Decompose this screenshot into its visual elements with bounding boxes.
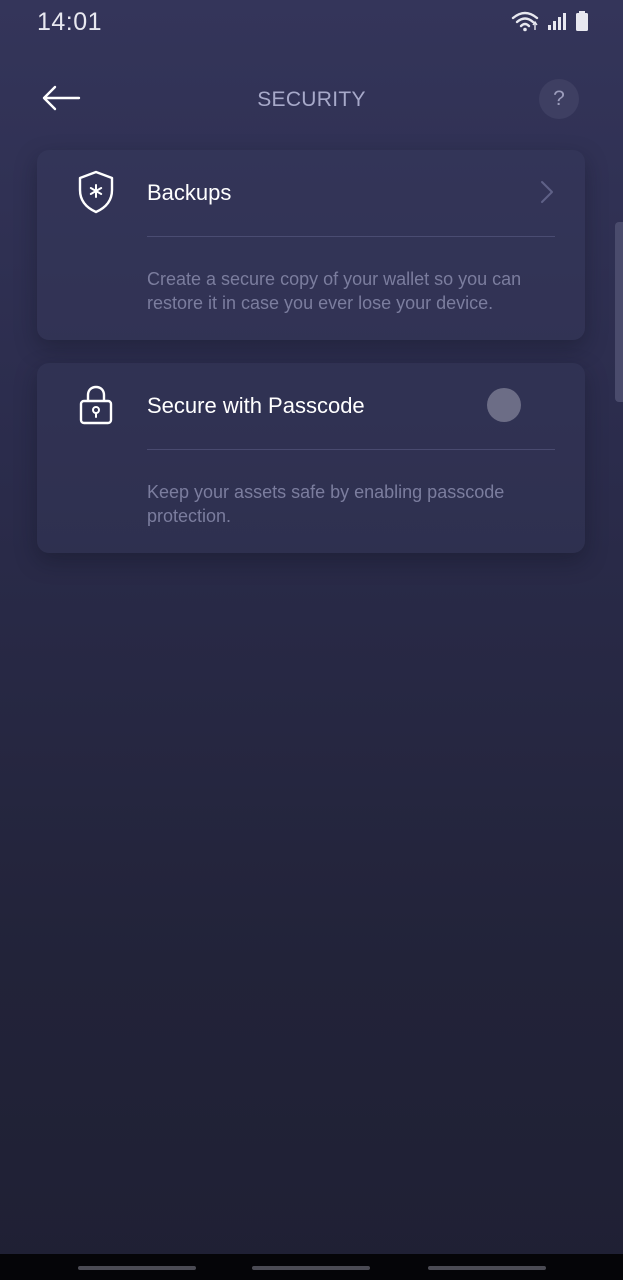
scrollbar[interactable] <box>615 222 623 402</box>
wifi-icon <box>511 10 539 37</box>
nav-home-button[interactable] <box>252 1266 370 1270</box>
backups-title: Backups <box>147 180 232 205</box>
divider <box>147 449 555 450</box>
passcode-row: Secure with Passcode <box>37 363 585 449</box>
shield-icon <box>75 170 117 214</box>
header: SECURITY ? <box>0 72 623 128</box>
status-bar: 14:01 <box>0 0 623 44</box>
backups-row[interactable]: Backups <box>37 150 585 236</box>
passcode-description: Keep your assets safe by enabling passco… <box>147 482 505 526</box>
backups-card: Backups Create a secure copy of your wal… <box>37 150 585 340</box>
system-nav-bar <box>0 1254 623 1280</box>
lock-icon <box>75 383 117 427</box>
status-time: 14:01 <box>37 8 103 36</box>
passcode-card: Secure with Passcode Keep your assets sa… <box>37 363 585 553</box>
battery-icon <box>575 10 589 37</box>
passcode-title: Secure with Passcode <box>147 393 365 418</box>
backups-description: Create a secure copy of your wallet so y… <box>147 269 522 313</box>
nav-back-button[interactable] <box>428 1266 546 1270</box>
help-button[interactable]: ? <box>539 79 579 119</box>
status-icons <box>511 10 589 37</box>
toggle-knob <box>487 388 521 422</box>
nav-recents-button[interactable] <box>78 1266 196 1270</box>
chevron-right-icon <box>539 180 555 204</box>
page-title: SECURITY <box>257 88 366 111</box>
signal-icon <box>547 11 567 36</box>
divider <box>147 236 555 237</box>
passcode-toggle[interactable] <box>481 387 551 423</box>
